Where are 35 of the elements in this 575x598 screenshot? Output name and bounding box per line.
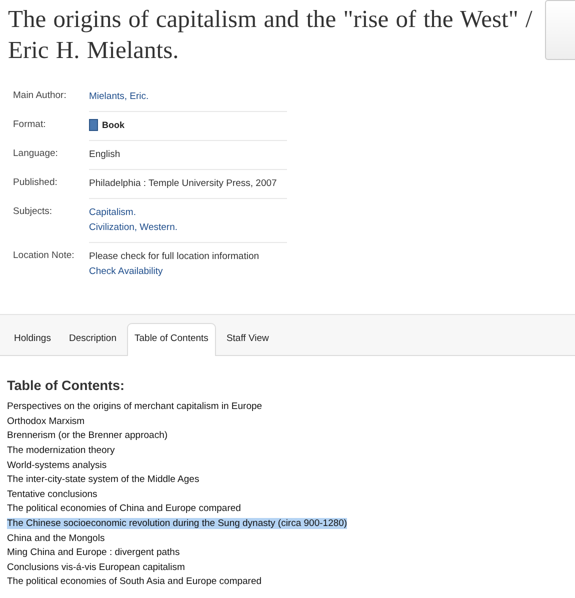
contents-entry: World-systems analysis bbox=[7, 460, 107, 471]
field-label: Location Note: bbox=[12, 249, 76, 263]
section-heading: Table of Contents: bbox=[7, 377, 126, 396]
subject-link[interactable]: Mielants, Eric. bbox=[89, 91, 149, 102]
contents-entry: Perspectives on the origins of merchant capitalism in Europe bbox=[7, 401, 262, 412]
record-title: The origins of capitalism and the "rise of the West" / Eric H. Mielants. bbox=[8, 5, 534, 66]
contents-entry: The modernization theory bbox=[7, 445, 115, 456]
contents-entry: The inter-city-state system of the Middle Ages bbox=[7, 474, 200, 486]
contents-entry: Tentative conclusions bbox=[7, 488, 98, 500]
field-label: Subjects: bbox=[12, 205, 54, 219]
field-label: Language: bbox=[12, 147, 59, 161]
subject-link[interactable]: Check Availability bbox=[89, 266, 163, 277]
field-value: Philadelphia : Temple University Press, 2007 bbox=[89, 178, 277, 189]
contents-entry: Brennerism (or the Brenner approach) bbox=[7, 430, 168, 442]
book-icon bbox=[89, 119, 98, 131]
tab[interactable]: Holdings bbox=[6, 323, 59, 356]
contents-entry: Orthodox Marxism bbox=[7, 416, 85, 427]
contents-entry: The Chinese socioeconomic revolution during the Sung dynasty (circa 900-1280) bbox=[7, 518, 348, 529]
tab[interactable]: Table of Contents bbox=[126, 323, 216, 356]
field-label: Main Author: bbox=[12, 89, 68, 103]
subject-link[interactable]: Civilization, Western. bbox=[89, 222, 178, 233]
tab[interactable]: Description bbox=[60, 323, 124, 356]
contents-entry: China and the Mongols bbox=[7, 532, 105, 544]
field-label: Format: bbox=[12, 118, 47, 132]
field-value: English bbox=[89, 149, 120, 160]
subject-link[interactable]: Capitalism. bbox=[89, 207, 136, 218]
contents-entry: Ming China and Europe : divergent paths bbox=[7, 547, 180, 558]
format-value: Book bbox=[102, 120, 124, 130]
contents-entry: The political economies of South Asia and Europe compared bbox=[7, 576, 262, 588]
side-panel bbox=[545, 0, 575, 60]
field-value: Please check for full location information bbox=[89, 251, 260, 262]
field-label: Published: bbox=[12, 176, 58, 190]
tab[interactable]: Staff View bbox=[218, 323, 277, 356]
contents-entry: Conclusions vis-á-vis European capitalism bbox=[7, 562, 185, 573]
contents-entry: The political economies of China and Europe compared bbox=[7, 503, 241, 514]
